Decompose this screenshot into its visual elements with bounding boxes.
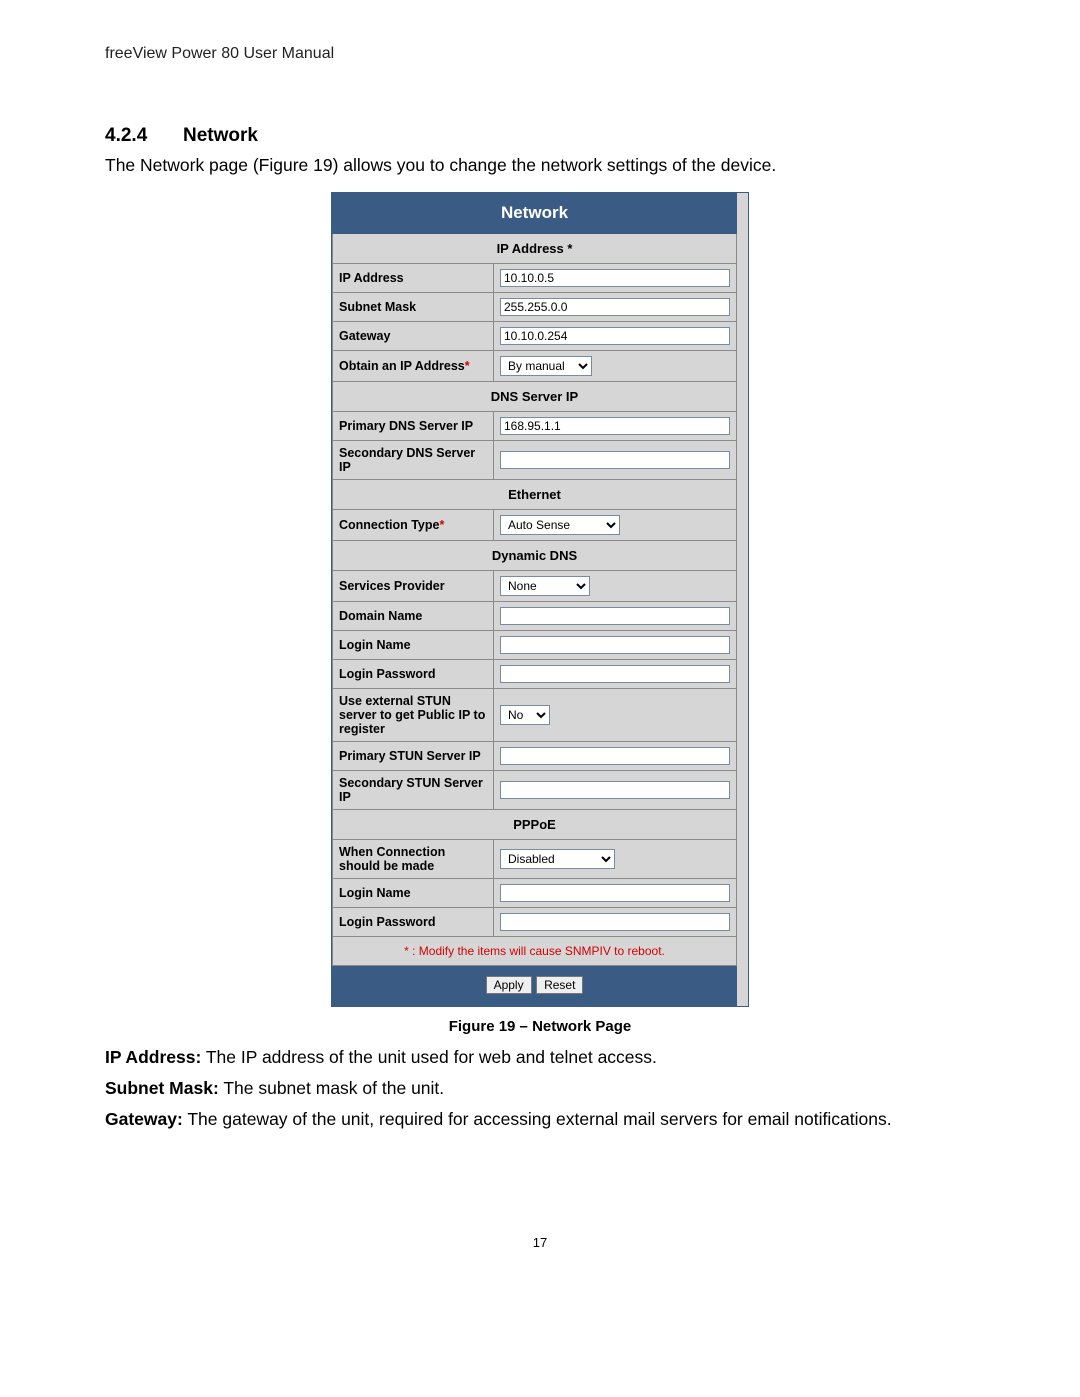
pppoe-login-name-input[interactable] bbox=[500, 884, 730, 902]
gateway-input[interactable] bbox=[500, 327, 730, 345]
panel-title: Network bbox=[333, 194, 737, 234]
section-ddns: Dynamic DNS bbox=[333, 541, 737, 571]
label-ddns-login-password: Login Password bbox=[333, 660, 494, 689]
label-obtain-ip: Obtain an IP Address* bbox=[333, 351, 494, 382]
primary-stun-input[interactable] bbox=[500, 747, 730, 765]
section-number: 4.2.4 bbox=[105, 125, 183, 147]
desc-ip-address: IP Address: The IP address of the unit u… bbox=[105, 1047, 975, 1068]
secondary-stun-input[interactable] bbox=[500, 781, 730, 799]
desc-gateway: Gateway: The gateway of the unit, requir… bbox=[105, 1109, 975, 1130]
primary-dns-input[interactable] bbox=[500, 417, 730, 435]
label-gateway: Gateway bbox=[333, 322, 494, 351]
label-stun: Use external STUN server to get Public I… bbox=[333, 689, 494, 742]
apply-button[interactable]: Apply bbox=[486, 976, 532, 994]
label-primary-dns: Primary DNS Server IP bbox=[333, 412, 494, 441]
label-primary-stun: Primary STUN Server IP bbox=[333, 742, 494, 771]
intro-text: The Network page (Figure 19) allows you … bbox=[105, 155, 975, 176]
connection-type-select[interactable]: Auto Sense bbox=[500, 515, 620, 535]
page-number: 17 bbox=[105, 1235, 975, 1250]
label-pppoe-login-password: Login Password bbox=[333, 908, 494, 937]
desc-subnet-mask: Subnet Mask: The subnet mask of the unit… bbox=[105, 1078, 975, 1099]
ddns-login-password-input[interactable] bbox=[500, 665, 730, 683]
reset-button[interactable]: Reset bbox=[536, 976, 583, 994]
section-heading: 4.2.4Network bbox=[105, 125, 975, 147]
label-pppoe-login-name: Login Name bbox=[333, 879, 494, 908]
obtain-ip-select[interactable]: By manual bbox=[500, 356, 592, 376]
ddns-login-name-input[interactable] bbox=[500, 636, 730, 654]
label-subnet-mask: Subnet Mask bbox=[333, 293, 494, 322]
secondary-dns-input[interactable] bbox=[500, 451, 730, 469]
subnet-mask-input[interactable] bbox=[500, 298, 730, 316]
services-provider-select[interactable]: None bbox=[500, 576, 590, 596]
section-title: Network bbox=[183, 125, 258, 146]
network-panel: Network IP Address * IP Address Subnet M… bbox=[331, 192, 749, 1007]
label-services-provider: Services Provider bbox=[333, 571, 494, 602]
pppoe-when-select[interactable]: Disabled bbox=[500, 849, 615, 869]
section-ip-address: IP Address * bbox=[333, 234, 737, 264]
label-domain-name: Domain Name bbox=[333, 602, 494, 631]
figure-caption: Figure 19 – Network Page bbox=[105, 1018, 975, 1035]
domain-name-input[interactable] bbox=[500, 607, 730, 625]
pppoe-login-password-input[interactable] bbox=[500, 913, 730, 931]
section-ethernet: Ethernet bbox=[333, 480, 737, 510]
label-pppoe-when: When Connection should be made bbox=[333, 840, 494, 879]
ip-address-input[interactable] bbox=[500, 269, 730, 287]
reboot-note: * : Modify the items will cause SNMPIV t… bbox=[333, 937, 737, 966]
label-ip-address: IP Address bbox=[333, 264, 494, 293]
label-ddns-login-name: Login Name bbox=[333, 631, 494, 660]
section-pppoe: PPPoE bbox=[333, 810, 737, 840]
page-header: freeView Power 80 User Manual bbox=[105, 45, 975, 63]
section-dns: DNS Server IP bbox=[333, 382, 737, 412]
stun-select[interactable]: No bbox=[500, 705, 550, 725]
label-secondary-dns: Secondary DNS Server IP bbox=[333, 441, 494, 480]
label-connection-type: Connection Type* bbox=[333, 510, 494, 541]
label-secondary-stun: Secondary STUN Server IP bbox=[333, 771, 494, 810]
